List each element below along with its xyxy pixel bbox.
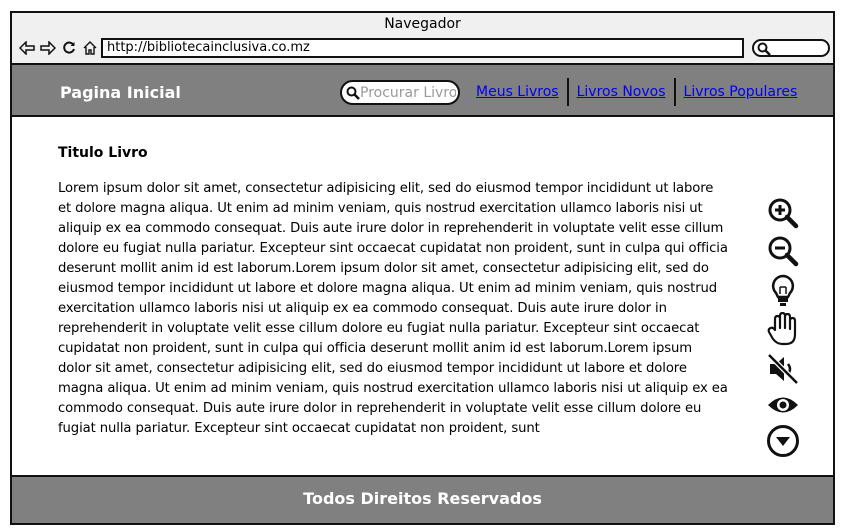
site-footer: Todos Direitos Reservados: [12, 475, 833, 523]
address-bar[interactable]: http://bibliotecainclusiva.co.mz: [101, 38, 744, 58]
book-search-field[interactable]: [340, 80, 460, 105]
home-link[interactable]: Pagina Inicial: [60, 83, 181, 102]
hand-icon[interactable]: [763, 311, 803, 347]
book-title: Titulo Livro: [58, 145, 148, 161]
zoom-out-icon[interactable]: [763, 233, 803, 269]
window-title: Navegador: [384, 16, 461, 32]
browser-search-field[interactable]: [752, 39, 830, 57]
reload-icon[interactable]: [60, 39, 78, 57]
book-search-input[interactable]: [360, 84, 456, 102]
nav-link-livros-populares[interactable]: Livros Populares: [680, 84, 802, 100]
book-content: Titulo Livro Lorem ipsum dolor sit amet,…: [58, 145, 728, 439]
site-header: Pagina Inicial Meus Livros Livros Novos …: [12, 65, 833, 117]
forward-arrow-icon[interactable]: [39, 39, 57, 57]
footer-text: Todos Direitos Reservados: [303, 489, 542, 508]
mute-icon[interactable]: [763, 351, 803, 387]
nav-divider: [566, 78, 569, 106]
home-icon[interactable]: [81, 39, 99, 57]
browser-titlebar: Navegador http://bibliotecainclusiva.co.…: [12, 13, 833, 65]
book-text: Lorem ipsum dolor sit amet, consectetur …: [58, 181, 728, 436]
browser-window: Navegador http://bibliotecainclusiva.co.…: [10, 11, 835, 525]
zoom-in-icon[interactable]: [763, 195, 803, 231]
nav-link-livros-novos[interactable]: Livros Novos: [573, 84, 670, 100]
eye-icon[interactable]: [763, 387, 803, 423]
header-nav: Meus Livros Livros Novos Livros Populare…: [472, 78, 801, 106]
lightbulb-icon[interactable]: [763, 273, 803, 309]
nav-divider: [673, 78, 676, 106]
browser-nav-buttons: [18, 39, 99, 57]
search-icon: [757, 42, 771, 56]
nav-link-meus-livros[interactable]: Meus Livros: [472, 84, 563, 100]
search-icon: [346, 86, 360, 100]
chevron-down-circle-icon[interactable]: [763, 423, 803, 459]
back-arrow-icon[interactable]: [18, 39, 36, 57]
